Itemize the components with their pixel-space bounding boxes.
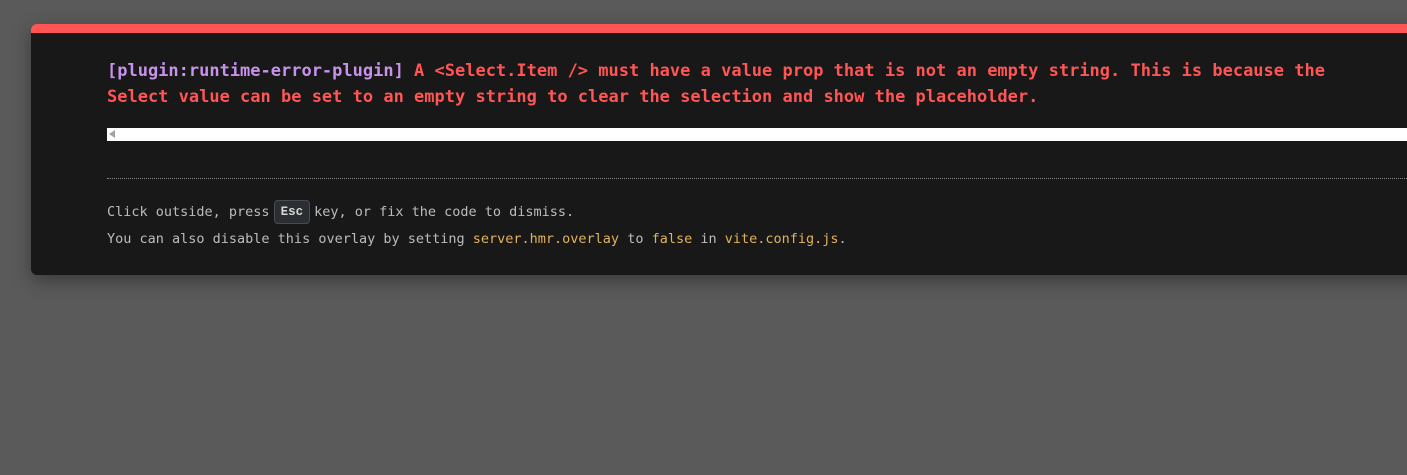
tip2-part4: . [838,231,847,247]
error-message: [plugin:runtime-error-plugin] A <Select.… [107,58,1407,110]
tip2-part3: in [692,231,725,247]
esc-key: Esc [273,200,311,224]
tip-suffix: key, or fix the code to dismiss. [314,204,575,220]
error-overlay-window: [plugin:runtime-error-plugin] A <Select.… [31,24,1407,275]
tip-prefix: Click outside, press [107,204,270,220]
error-message-line2: Select value can be set to an empty stri… [107,87,1039,107]
error-message-line1: A <Select.Item /> must have a value prop… [403,61,1325,81]
code-option: server.hmr.overlay [472,231,620,247]
tip2-part1: You can also disable this overlay by set… [107,231,473,247]
scroll-left-arrow-icon[interactable] [109,130,115,138]
code-file: vite.config.js [724,231,839,247]
disable-overlay-tip: You can also disable this overlay by set… [107,229,847,249]
dismiss-tip: Click outside, press Esc key, or fix the c… [107,200,574,224]
tip2-part2: to [619,231,652,247]
code-value: false [651,231,693,247]
horizontal-scrollbar[interactable] [107,128,1407,141]
divider [107,178,1407,179]
plugin-tag: [plugin:runtime-error-plugin] [107,61,404,81]
